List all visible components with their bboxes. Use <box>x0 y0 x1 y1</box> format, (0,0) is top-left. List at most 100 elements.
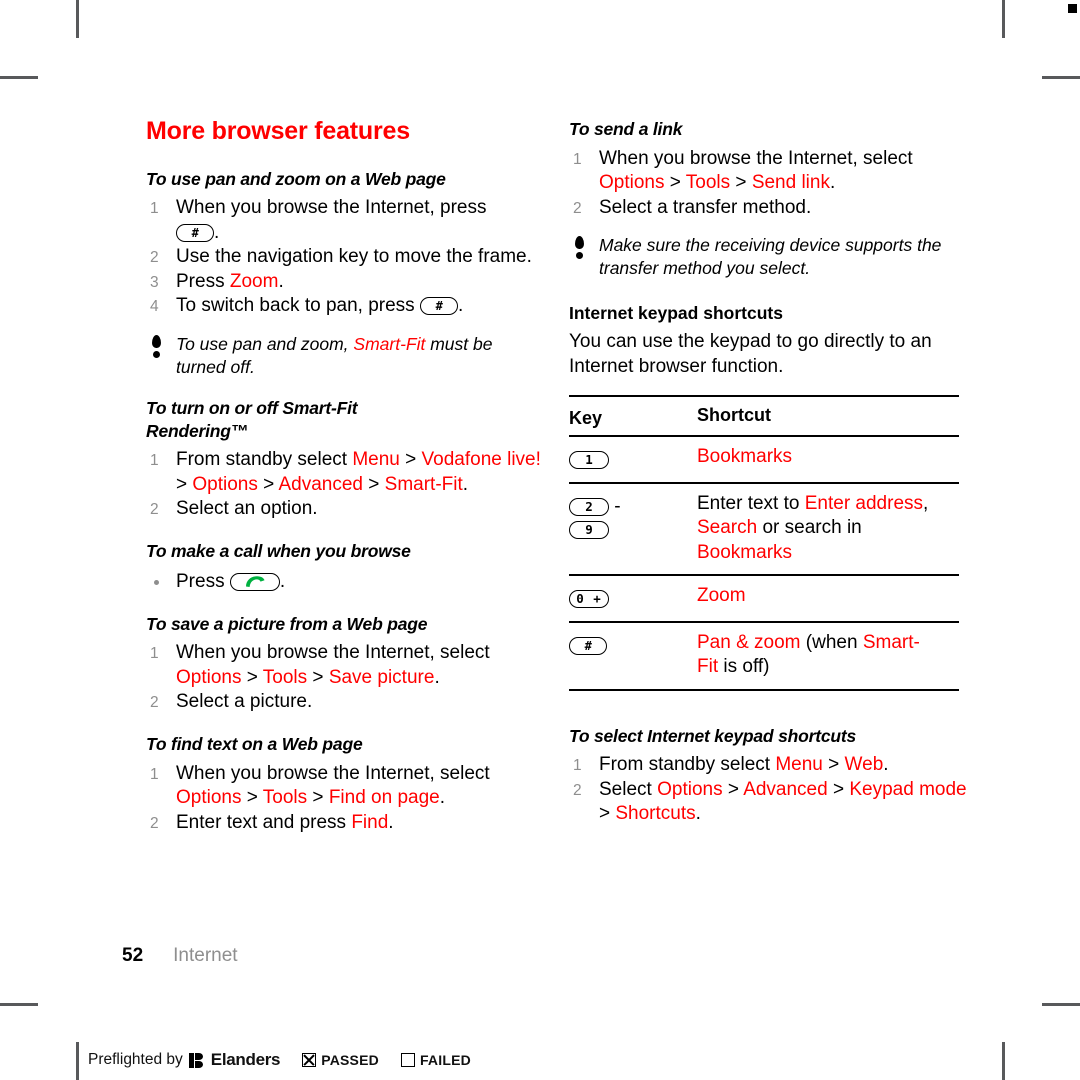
step-item: When you browse the Internet, press #. <box>146 196 546 245</box>
keypad-shortcuts-table: Key Shortcut 1 Bookmarks 2 - 9 Enter tex… <box>569 395 959 691</box>
key-line: 9 <box>569 518 697 541</box>
ui-term-options: Options <box>176 666 242 688</box>
path-separator: > <box>730 172 752 194</box>
step-text: Enter text and press <box>176 811 352 833</box>
step-text: From standby select <box>599 754 776 776</box>
step-period: . <box>214 221 220 243</box>
step-item: Use the navigation key to move the frame… <box>146 245 546 270</box>
ui-term-find: Find <box>351 811 389 833</box>
step-period: . <box>695 803 701 825</box>
column-header-key: Key <box>569 395 697 437</box>
path-separator: > <box>241 666 263 688</box>
ui-term-tools: Tools <box>262 666 308 688</box>
hash-key-icon: # <box>176 223 214 242</box>
numeric-key-9-icon: 9 <box>569 520 609 539</box>
ui-term-smart-fit: Smart-Fit <box>384 473 463 495</box>
ui-term-web: Web <box>844 754 884 776</box>
note-text: To use pan and zoom, <box>176 333 354 354</box>
step-item: From standby select Menu > Vodafone live… <box>146 448 546 497</box>
ui-term-bookmarks: Bookmarks <box>697 541 793 563</box>
steps-send-link: When you browse the Internet, select Opt… <box>569 147 969 221</box>
shortcut-cell: Enter text to Enter address, Search or se… <box>697 482 959 576</box>
heading-pan-and-zoom: To use pan and zoom on a Web page <box>146 168 446 189</box>
failed-checkbox[interactable] <box>400 1053 415 1067</box>
folio-number: 52 <box>122 945 144 966</box>
numeric-key-2-icon: 2 <box>569 497 609 516</box>
step-text: Select a transfer method. <box>599 196 812 218</box>
ui-term-enter-address: Enter address <box>804 492 924 514</box>
right-column: To send a link When you browse the Inter… <box>569 118 969 829</box>
step-text: When you browse the Internet, select <box>176 642 490 664</box>
path-separator: > <box>599 803 616 825</box>
ui-term-menu: Menu <box>352 449 400 471</box>
exclamation-icon <box>573 236 587 260</box>
ui-term-shortcuts: Shortcuts <box>615 803 696 825</box>
step-period: . <box>462 473 469 495</box>
step-item: When you browse the Internet, select Opt… <box>146 762 546 811</box>
ui-term-smart-fit: Smart-Fit <box>353 333 426 354</box>
ui-term-tools: Tools <box>685 172 731 194</box>
heading-smart-fit-rendering: To turn on or off Smart-Fit Rendering™ <box>146 397 546 443</box>
passed-checkbox[interactable] <box>302 1053 317 1067</box>
step-text: When you browse the Internet, select <box>599 147 913 169</box>
ui-term-options: Options <box>599 172 665 194</box>
ui-term-bookmarks: Bookmarks <box>697 446 793 467</box>
steps-pan-and-zoom: When you browse the Internet, press #. U… <box>146 196 546 319</box>
page-title: More browser features <box>146 117 410 145</box>
hash-key-icon: # <box>569 636 607 655</box>
step-text: Press <box>176 270 230 292</box>
key-range-dash: - <box>614 495 621 517</box>
left-column: More browser features To use pan and zoo… <box>146 117 546 837</box>
shortcut-text: or search in <box>757 517 862 538</box>
ui-term-search: Search <box>697 517 758 538</box>
key-cell: # <box>569 621 697 691</box>
shortcut-text: (when <box>800 631 863 653</box>
step-item: Select a transfer method. <box>569 196 969 221</box>
step-period: . <box>439 787 446 808</box>
step-text: Select an option. <box>176 498 318 520</box>
path-separator: > <box>176 473 193 495</box>
heading-line-2: Rendering™ <box>146 420 249 441</box>
path-separator: > <box>399 449 422 471</box>
step-item: Select Options > Advanced > Keypad mode … <box>569 778 969 827</box>
preflight-label: Preflighted by <box>88 1051 183 1068</box>
preflight-bar: Preflighted by Elanders PASSED FAILED <box>88 1050 471 1070</box>
elanders-logo-icon <box>188 1052 204 1068</box>
path-separator: > <box>722 778 744 800</box>
numeric-key-1-icon: 1 <box>569 451 609 469</box>
heading-send-link: To send a link <box>569 119 683 139</box>
path-separator: > <box>257 473 279 495</box>
heading-find-text: To find text on a Web page <box>146 733 363 754</box>
call-key-icon <box>229 572 280 591</box>
step-period: . <box>388 811 394 833</box>
ui-term-send-link: Send link <box>751 172 830 194</box>
ui-term-save-picture: Save picture <box>328 666 435 688</box>
heading-save-picture: To save a picture from a Web page <box>146 613 428 634</box>
step-text: Select <box>599 778 658 800</box>
path-separator: > <box>307 787 329 808</box>
key-line: 2 - <box>569 495 697 518</box>
step-text: To switch back to pan, press <box>176 295 420 317</box>
step-period: . <box>457 295 464 317</box>
shortcut-text: is off) <box>718 656 770 677</box>
step-item: When you browse the Internet, select Opt… <box>569 147 969 196</box>
page-folio: 52 Internet <box>122 945 238 967</box>
steps-find-text: When you browse the Internet, select Opt… <box>146 762 546 836</box>
path-separator: > <box>241 787 263 808</box>
step-item: Press Zoom. <box>146 270 546 295</box>
steps-save-picture: When you browse the Internet, select Opt… <box>146 641 546 715</box>
step-period: . <box>278 270 284 292</box>
shortcut-text: Enter text to <box>697 492 805 514</box>
ui-term-options: Options <box>176 787 242 808</box>
path-separator: > <box>822 754 845 776</box>
keypad-shortcuts-intro: You can use the keypad to go directly to… <box>569 331 932 377</box>
ui-term-zoom: Zoom <box>229 270 279 292</box>
note-smart-fit: To use pan and zoom, Smart-Fit must be t… <box>146 333 546 379</box>
bullets-make-a-call: Press . <box>146 569 546 595</box>
heading-make-a-call: To make a call when you browse <box>146 540 411 561</box>
step-item: Enter text and press Find. <box>146 811 546 836</box>
path-separator: > <box>827 778 850 800</box>
step-item: To switch back to pan, press #. <box>146 294 546 319</box>
ui-term-options: Options <box>657 778 723 800</box>
table-row: 1 Bookmarks <box>569 436 959 484</box>
